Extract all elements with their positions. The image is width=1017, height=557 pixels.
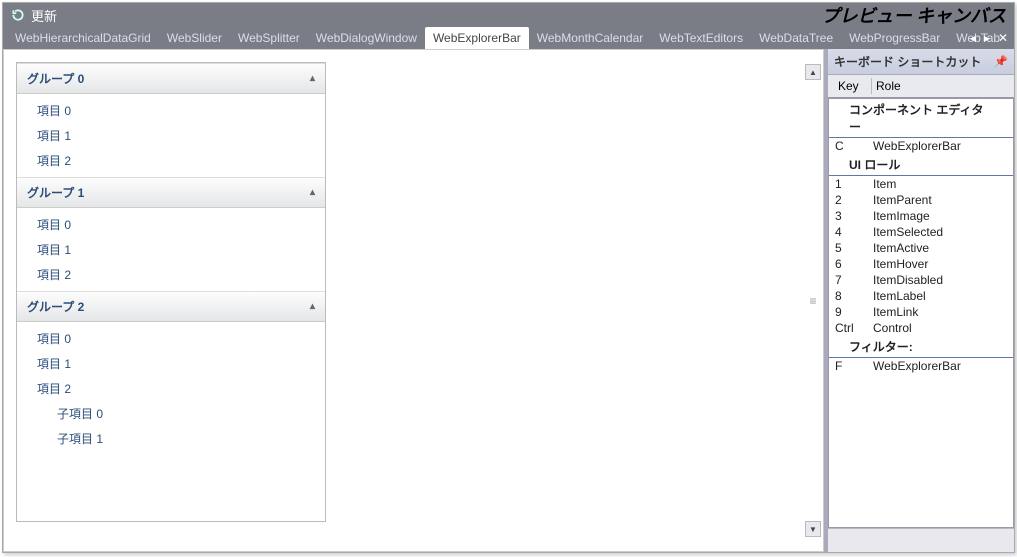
col-header-role[interactable]: Role [872, 78, 905, 94]
tab-strip: WebHierarchicalDataGridWebSliderWebSplit… [3, 27, 1014, 49]
shortcut-row[interactable]: 9ItemLink [829, 304, 1013, 320]
shortcut-role: ItemLabel [873, 289, 1007, 303]
tab-webdialogwindow[interactable]: WebDialogWindow [308, 27, 425, 49]
tab-webdatatree[interactable]: WebDataTree [751, 27, 841, 49]
pin-icon[interactable]: 📌 [994, 55, 1008, 68]
tab-websplitter[interactable]: WebSplitter [230, 27, 308, 49]
scroll-up-button[interactable]: ▲ [805, 64, 821, 80]
shortcut-role: Item [873, 177, 1007, 191]
shortcut-key: 8 [835, 289, 873, 303]
side-footer [828, 528, 1014, 552]
group-label: グループ 0 [27, 70, 84, 87]
shortcut-row[interactable]: 5ItemActive [829, 240, 1013, 256]
shortcut-row[interactable]: 8ItemLabel [829, 288, 1013, 304]
group-item[interactable]: 子項目 1 [17, 426, 325, 451]
chevron-up-icon: ▴ [310, 187, 315, 198]
scroll-grip-icon[interactable]: ≡ [805, 80, 821, 521]
section-label: コンポーネント エディター [829, 99, 1013, 138]
col-header-key[interactable]: Key [834, 78, 872, 94]
shortcut-role: ItemImage [873, 209, 1007, 223]
main-canvas: グループ 0▴項目 0項目 1項目 2グループ 1▴項目 0項目 1項目 2グル… [3, 49, 824, 552]
shortcut-row[interactable]: 1Item [829, 176, 1013, 192]
tab-nav-left-icon[interactable]: ◂ [968, 31, 978, 45]
side-content: コンポーネント エディターCWebExplorerBarUI ロール1Item2… [828, 98, 1014, 528]
shortcut-key: 5 [835, 241, 873, 255]
group-item[interactable]: 項目 0 [17, 326, 325, 351]
group-item[interactable]: 項目 1 [17, 123, 325, 148]
shortcut-key: 1 [835, 177, 873, 191]
vertical-scrollbar: ▲ ≡ ▼ [805, 64, 821, 537]
shortcut-key: 9 [835, 305, 873, 319]
group-items-1: 項目 0項目 1項目 2 [17, 208, 325, 291]
shortcut-row[interactable]: 4ItemSelected [829, 224, 1013, 240]
section-label: フィルター: [829, 336, 1013, 358]
shortcut-row[interactable]: CtrlControl [829, 320, 1013, 336]
shortcut-row[interactable]: 2ItemParent [829, 192, 1013, 208]
group-header-0[interactable]: グループ 0 ▴ [17, 63, 325, 94]
group-label: グループ 1 [27, 184, 84, 201]
shortcut-row[interactable]: 7ItemDisabled [829, 272, 1013, 288]
shortcut-key: 3 [835, 209, 873, 223]
tab-close-icon[interactable]: ✕ [996, 31, 1010, 45]
shortcut-role: Control [873, 321, 1007, 335]
group-item[interactable]: 項目 2 [17, 262, 325, 287]
tab-nav-right-icon[interactable]: ▸ [982, 31, 992, 45]
preview-canvas-label: プレビュー キャンバス [822, 2, 1007, 28]
group-item[interactable]: 子項目 0 [17, 401, 325, 426]
shortcut-key: F [835, 359, 873, 373]
side-panel: キーボード ショートカット 📌 Key Role コンポーネント エディターCW… [824, 49, 1014, 552]
side-column-headers: Key Role [828, 75, 1014, 98]
chevron-up-icon: ▴ [310, 301, 315, 312]
group-item[interactable]: 項目 1 [17, 351, 325, 376]
group-item[interactable]: 項目 1 [17, 237, 325, 262]
titlebar: 更新 プレビュー キャンバス [3, 3, 1014, 27]
tab-webexplorerbar[interactable]: WebExplorerBar [425, 27, 529, 49]
shortcut-key: Ctrl [835, 321, 873, 335]
tab-controls: ◂ ▸ ✕ [968, 27, 1010, 49]
group-header-1[interactable]: グループ 1 ▴ [17, 177, 325, 208]
shortcut-row[interactable]: FWebExplorerBar [829, 358, 1013, 374]
shortcut-role: ItemHover [873, 257, 1007, 271]
group-label: グループ 2 [27, 298, 84, 315]
group-items-0: 項目 0項目 1項目 2 [17, 94, 325, 177]
group-item[interactable]: 項目 0 [17, 98, 325, 123]
shortcut-role: ItemParent [873, 193, 1007, 207]
group-items-2: 項目 0項目 1項目 2子項目 0子項目 1 [17, 322, 325, 455]
shortcut-role: ItemActive [873, 241, 1007, 255]
shortcut-row[interactable]: 3ItemImage [829, 208, 1013, 224]
side-header: キーボード ショートカット 📌 [828, 49, 1014, 75]
group-item[interactable]: 項目 0 [17, 212, 325, 237]
shortcut-role: ItemLink [873, 305, 1007, 319]
group-item[interactable]: 項目 2 [17, 148, 325, 173]
shortcut-key: 7 [835, 273, 873, 287]
shortcut-row[interactable]: CWebExplorerBar [829, 138, 1013, 154]
tab-webslider[interactable]: WebSlider [159, 27, 230, 49]
shortcut-key: C [835, 139, 873, 153]
refresh-label[interactable]: 更新 [31, 6, 57, 25]
body-split: グループ 0▴項目 0項目 1項目 2グループ 1▴項目 0項目 1項目 2グル… [3, 49, 1014, 552]
scroll-down-button[interactable]: ▼ [805, 521, 821, 537]
shortcut-role: WebExplorerBar [873, 359, 1007, 373]
shortcut-row[interactable]: 6ItemHover [829, 256, 1013, 272]
app-frame: 更新 プレビュー キャンバス WebHierarchicalDataGridWe… [2, 2, 1015, 553]
web-explorer-bar: グループ 0▴項目 0項目 1項目 2グループ 1▴項目 0項目 1項目 2グル… [16, 62, 326, 522]
group-item[interactable]: 項目 2 [17, 376, 325, 401]
refresh-icon[interactable] [11, 8, 25, 22]
group-header-2[interactable]: グループ 2 ▴ [17, 291, 325, 322]
shortcut-role: ItemDisabled [873, 273, 1007, 287]
tab-webhierarchicaldatagrid[interactable]: WebHierarchicalDataGrid [7, 27, 159, 49]
shortcut-role: ItemSelected [873, 225, 1007, 239]
shortcut-key: 2 [835, 193, 873, 207]
tab-webtexteditors[interactable]: WebTextEditors [651, 27, 751, 49]
section-label: UI ロール [829, 154, 1013, 176]
shortcut-key: 6 [835, 257, 873, 271]
tab-webmonthcalendar[interactable]: WebMonthCalendar [529, 27, 652, 49]
tab-webprogressbar[interactable]: WebProgressBar [841, 27, 948, 49]
shortcut-role: WebExplorerBar [873, 139, 1007, 153]
chevron-up-icon: ▴ [310, 73, 315, 84]
shortcut-key: 4 [835, 225, 873, 239]
side-header-label: キーボード ショートカット [834, 53, 981, 70]
